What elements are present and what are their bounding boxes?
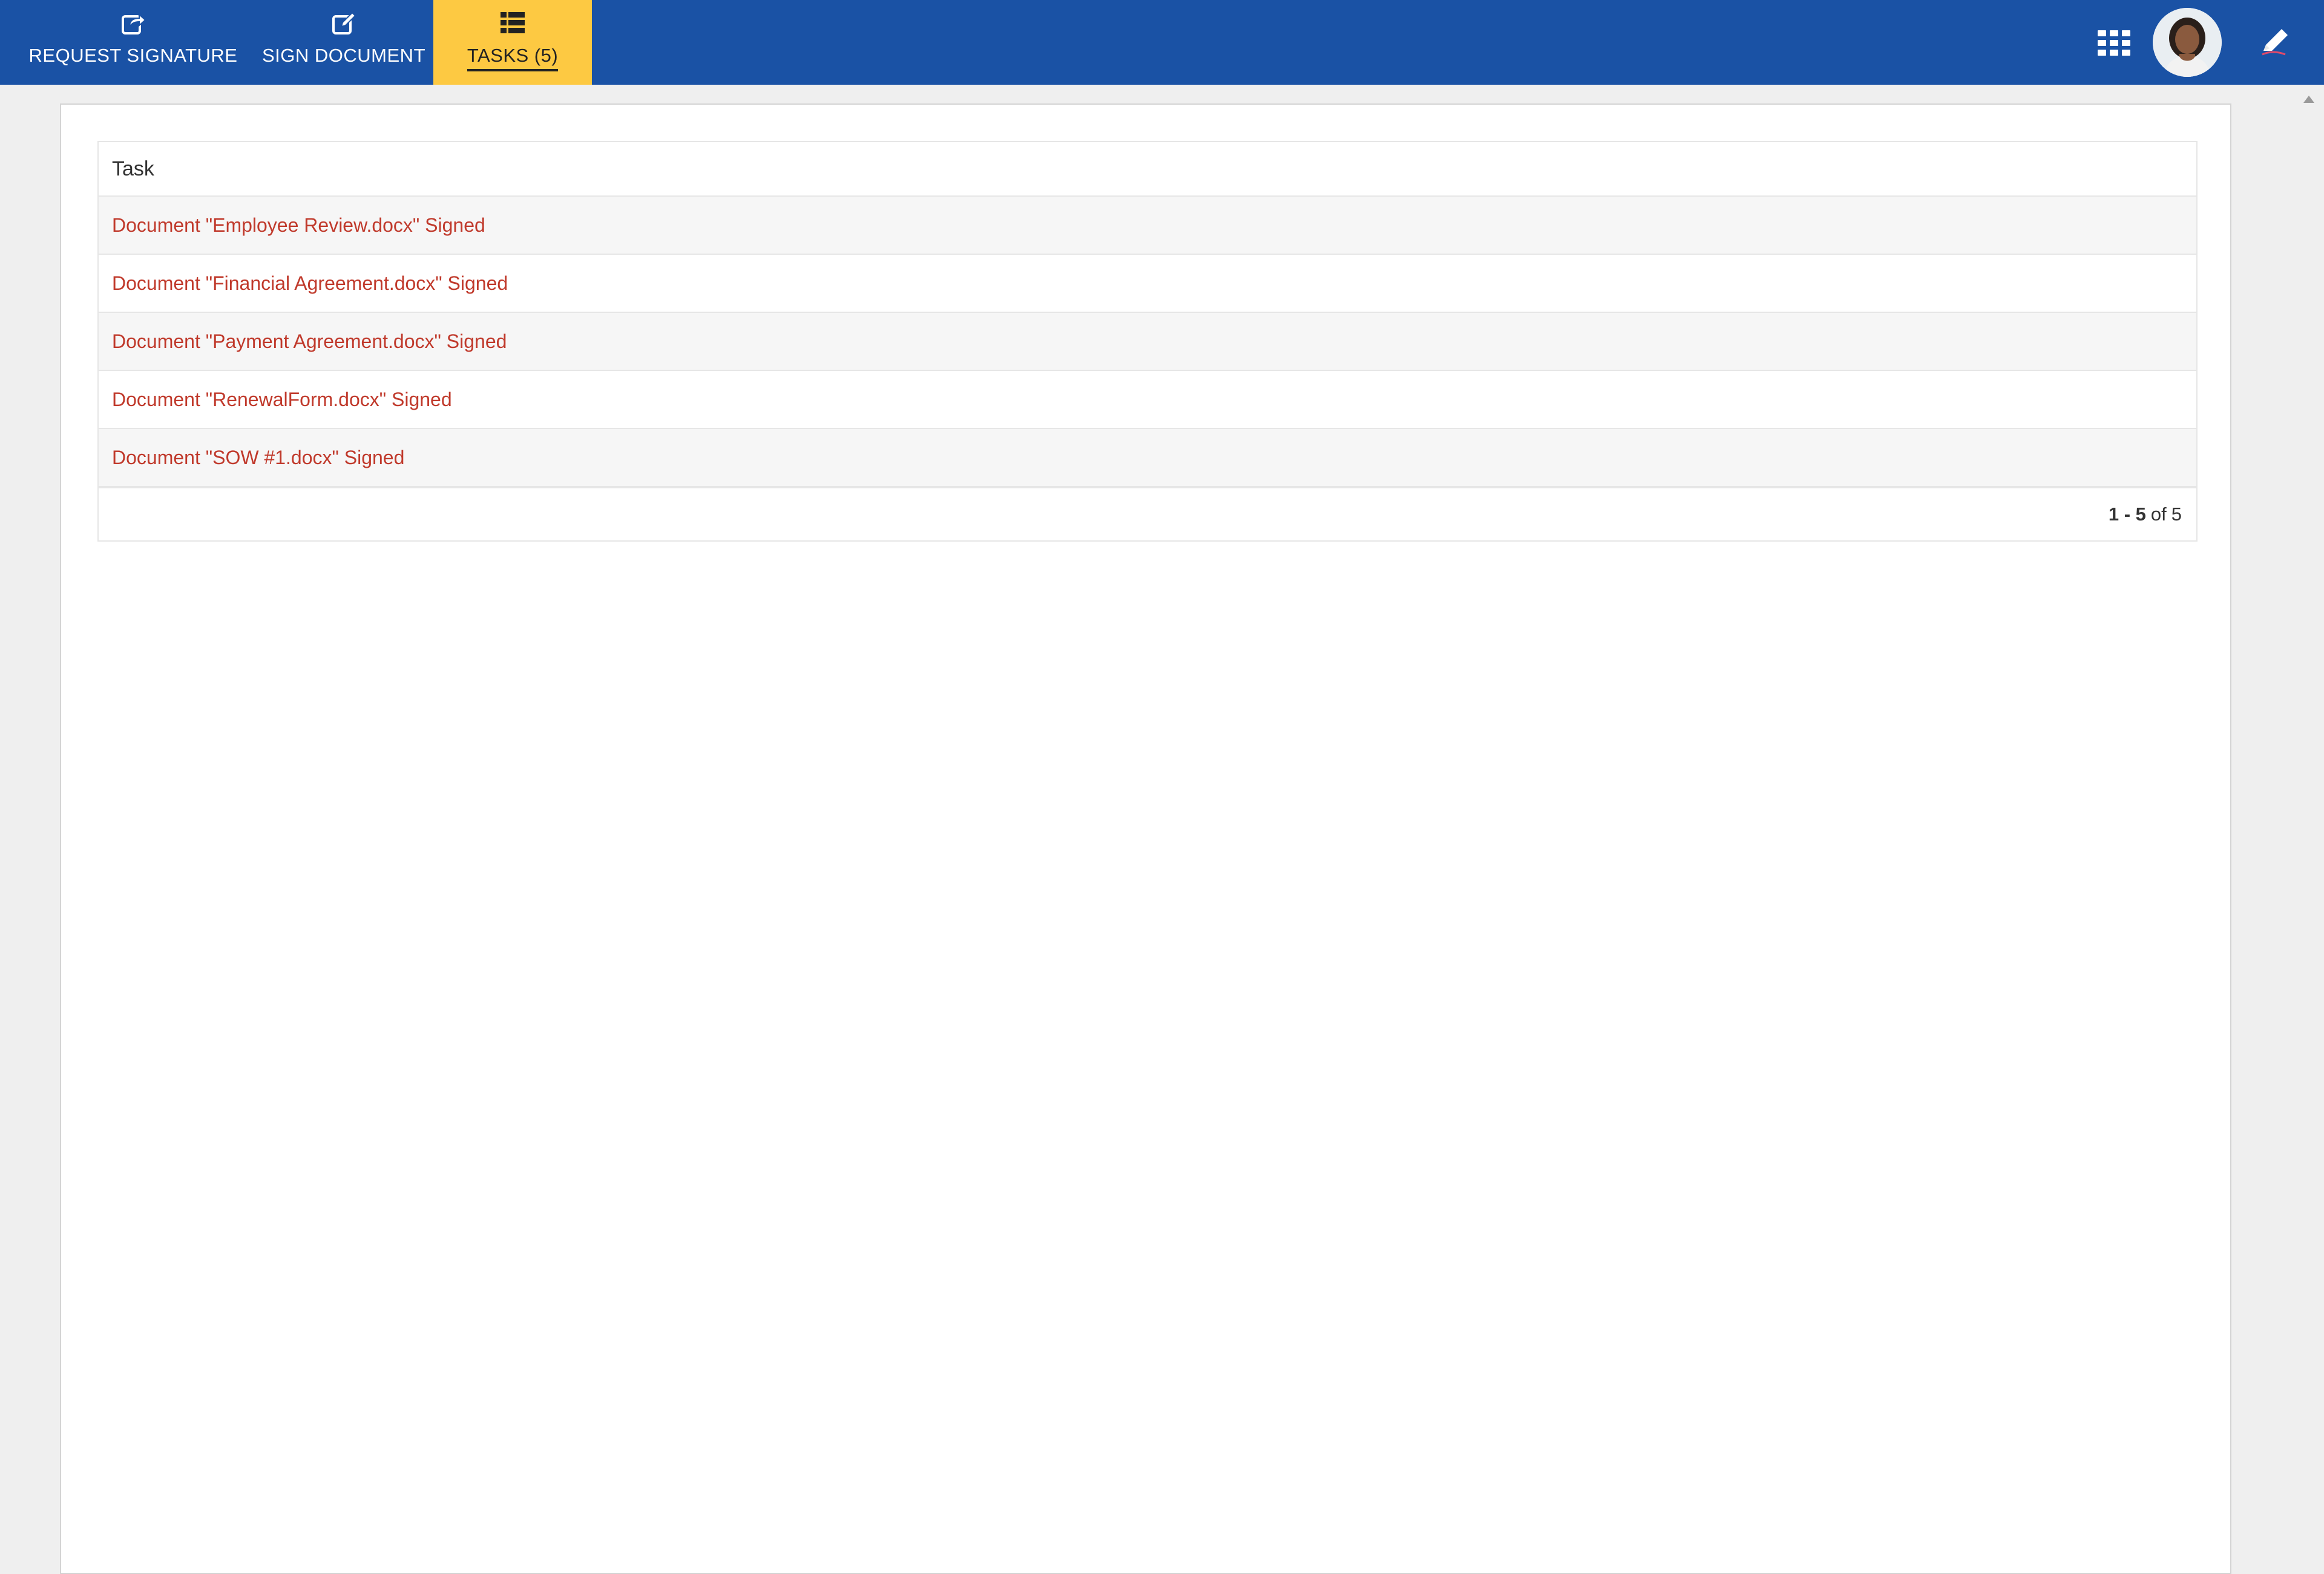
table-row[interactable]: Document "SOW #1.docx" Signed — [99, 429, 2196, 487]
task-link[interactable]: Document "Payment Agreement.docx" Signed — [112, 330, 507, 353]
avatar-portrait-icon — [2153, 8, 2222, 77]
edit-icon — [332, 11, 356, 34]
pagination-of-label: of — [2150, 503, 2167, 525]
pen-icon[interactable] — [2255, 23, 2294, 62]
tab-tasks[interactable]: TASKS (5) — [433, 0, 592, 85]
task-link[interactable]: Document "SOW #1.docx" Signed — [112, 447, 404, 469]
tab-tasks-label: TASKS (5) — [467, 45, 559, 71]
pagination-info: 1 - 5 of 5 — [99, 487, 2196, 540]
user-avatar[interactable] — [2153, 8, 2222, 77]
table-row[interactable]: Document "Payment Agreement.docx" Signed — [99, 313, 2196, 371]
table-row[interactable]: Document "Employee Review.docx" Signed — [99, 197, 2196, 255]
table-row[interactable]: Document "Financial Agreement.docx" Sign… — [99, 255, 2196, 313]
top-navigation-bar: REQUEST SIGNATURE SIGN DOCUMENT TASKS (5… — [0, 0, 2324, 85]
table-row[interactable]: Document "RenewalForm.docx" Signed — [99, 371, 2196, 429]
task-link[interactable]: Document "Employee Review.docx" Signed — [112, 214, 485, 237]
table-header-task: Task — [99, 142, 2196, 197]
pagination-total: 5 — [2171, 503, 2182, 525]
tasks-table: Task Document "Employee Review.docx" Sig… — [97, 141, 2198, 542]
share-icon — [122, 13, 146, 34]
scroll-up-arrow-icon[interactable] — [2303, 96, 2314, 103]
pagination-range: 1 - 5 — [2108, 503, 2146, 525]
tab-sign-document[interactable]: SIGN DOCUMENT — [254, 0, 433, 85]
tab-request-signature-label: REQUEST SIGNATURE — [28, 45, 238, 66]
content-panel: Task Document "Employee Review.docx" Sig… — [60, 103, 2231, 1574]
list-icon — [501, 12, 525, 33]
task-link[interactable]: Document "Financial Agreement.docx" Sign… — [112, 272, 508, 295]
tab-request-signature[interactable]: REQUEST SIGNATURE — [12, 0, 254, 85]
task-link[interactable]: Document "RenewalForm.docx" Signed — [112, 389, 452, 411]
tab-sign-document-label: SIGN DOCUMENT — [262, 45, 425, 66]
grid-icon[interactable] — [2098, 30, 2132, 57]
